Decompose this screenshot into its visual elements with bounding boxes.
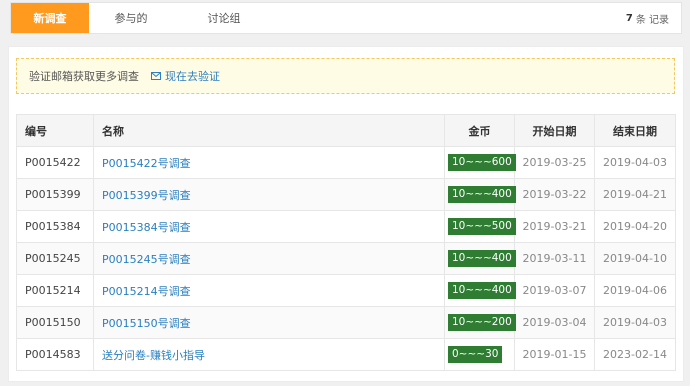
table-row: P0015384 P0015384号调查 10~~~500 2019-03-21 201…: [16, 210, 676, 243]
start-date: 2019-03-11: [514, 242, 595, 275]
end-date: 2019-04-21: [594, 178, 676, 211]
survey-name-link[interactable]: P0015384号调查: [102, 221, 191, 234]
survey-table: 编号 名称 金币 开始日期 结束日期 P0015422 P0015422号调查 10…: [16, 114, 676, 371]
table-row: P0015399 P0015399号调查 10~~~400 2019-03-22 201…: [16, 178, 676, 211]
survey-name-cell: 送分问卷-赚钱小指导: [93, 338, 445, 371]
coin-range-badge: 10~~~400: [448, 186, 516, 203]
table-header-row: 编号 名称 金币 开始日期 结束日期: [16, 114, 676, 147]
tab-new-surveys[interactable]: 新调查: [11, 3, 89, 33]
tab-participated[interactable]: 参与的: [89, 3, 173, 33]
survey-id: P0015245: [16, 242, 94, 275]
page: 新调查 参与的 讨论组 7 条 记录 验证邮箱获取更多调查 现在去验证 编号 名…: [0, 0, 690, 386]
survey-id: P0015399: [16, 178, 94, 211]
mail-icon: [151, 72, 161, 80]
coins-cell: 10~~~500: [444, 210, 516, 243]
coins-cell: 0~~~30: [444, 338, 515, 371]
col-header-start-date: 开始日期: [514, 114, 595, 147]
coins-cell: 10~~~400: [444, 242, 516, 275]
start-date: 2019-03-07: [514, 274, 595, 307]
end-date: 2019-04-20: [594, 210, 676, 243]
start-date: 2019-03-25: [514, 146, 595, 179]
coins-cell: 10~~~200: [444, 306, 516, 339]
survey-name-cell: P0015399号调查: [93, 178, 445, 211]
notice-text: 验证邮箱获取更多调查: [29, 70, 139, 83]
coin-range-badge: 10~~~400: [448, 282, 516, 299]
coins-cell: 10~~~400: [444, 178, 516, 211]
start-date: 2019-01-15: [514, 338, 595, 371]
start-date: 2019-03-21: [514, 210, 595, 243]
survey-name-link[interactable]: 送分问卷-赚钱小指导: [102, 349, 205, 362]
table-row: P0015245 P0015245号调查 10~~~400 2019-03-11 201…: [16, 242, 676, 275]
end-date: 2019-04-10: [594, 242, 676, 275]
tab-bar: 新调查 参与的 讨论组 7 条 记录: [10, 2, 682, 34]
survey-name-cell: P0015214号调查: [93, 274, 445, 307]
end-date: 2019-04-03: [594, 146, 676, 179]
coin-range-badge: 10~~~600: [448, 154, 516, 171]
tab-discussion-group[interactable]: 讨论组: [173, 3, 275, 33]
survey-name-link[interactable]: P0015150号调查: [102, 317, 191, 330]
record-count: 7 条 记录: [626, 3, 681, 33]
table-row: P0015150 P0015150号调查 10~~~200 2019-03-04 201…: [16, 306, 676, 339]
table-row: P0015422 P0015422号调查 10~~~600 2019-03-25 201…: [16, 146, 676, 179]
survey-name-link[interactable]: P0015245号调查: [102, 253, 191, 266]
survey-name-link[interactable]: P0015399号调查: [102, 189, 191, 202]
coins-cell: 10~~~600: [444, 146, 516, 179]
coin-range-badge: 0~~~30: [448, 346, 503, 363]
survey-id: P0015384: [16, 210, 94, 243]
survey-name-link[interactable]: P0015214号调查: [102, 285, 191, 298]
col-header-end-date: 结束日期: [594, 114, 676, 147]
table-row: P0015214 P0015214号调查 10~~~400 2019-03-07 201…: [16, 274, 676, 307]
survey-id: P0015214: [16, 274, 94, 307]
end-date: 2019-04-06: [594, 274, 676, 307]
coin-range-badge: 10~~~500: [448, 218, 516, 235]
table-row: P0014583 送分问卷-赚钱小指导 0~~~30 2019-01-15 2023-0…: [16, 338, 676, 371]
survey-name-cell: P0015150号调查: [93, 306, 445, 339]
survey-panel: 验证邮箱获取更多调查 现在去验证 编号 名称 金币 开始日期 结束日期 P001…: [8, 46, 684, 382]
end-date: 2019-04-03: [594, 306, 676, 339]
verify-now-label[interactable]: 现在去验证: [165, 68, 220, 84]
record-count-number: 7: [625, 12, 633, 24]
survey-name-cell: P0015384号调查: [93, 210, 445, 243]
verify-now-link[interactable]: 现在去验证: [151, 68, 220, 84]
coins-cell: 10~~~400: [444, 274, 516, 307]
survey-name-link[interactable]: P0015422号调查: [102, 157, 191, 170]
start-date: 2019-03-04: [514, 306, 595, 339]
col-header-name: 名称: [93, 114, 445, 147]
col-header-coins: 金币: [444, 114, 515, 147]
survey-id: P0014583: [16, 338, 94, 371]
coin-range-badge: 10~~~200: [448, 314, 516, 331]
record-count-suffix: 条 记录: [635, 14, 669, 26]
survey-name-cell: P0015422号调查: [93, 146, 445, 179]
coin-range-badge: 10~~~400: [448, 250, 516, 267]
survey-name-cell: P0015245号调查: [93, 242, 445, 275]
end-date: 2023-02-14: [594, 338, 676, 371]
start-date: 2019-03-22: [514, 178, 595, 211]
col-header-id: 编号: [16, 114, 94, 147]
survey-id: P0015150: [16, 306, 94, 339]
verify-email-notice: 验证邮箱获取更多调查 现在去验证: [16, 58, 675, 94]
survey-id: P0015422: [16, 146, 94, 179]
